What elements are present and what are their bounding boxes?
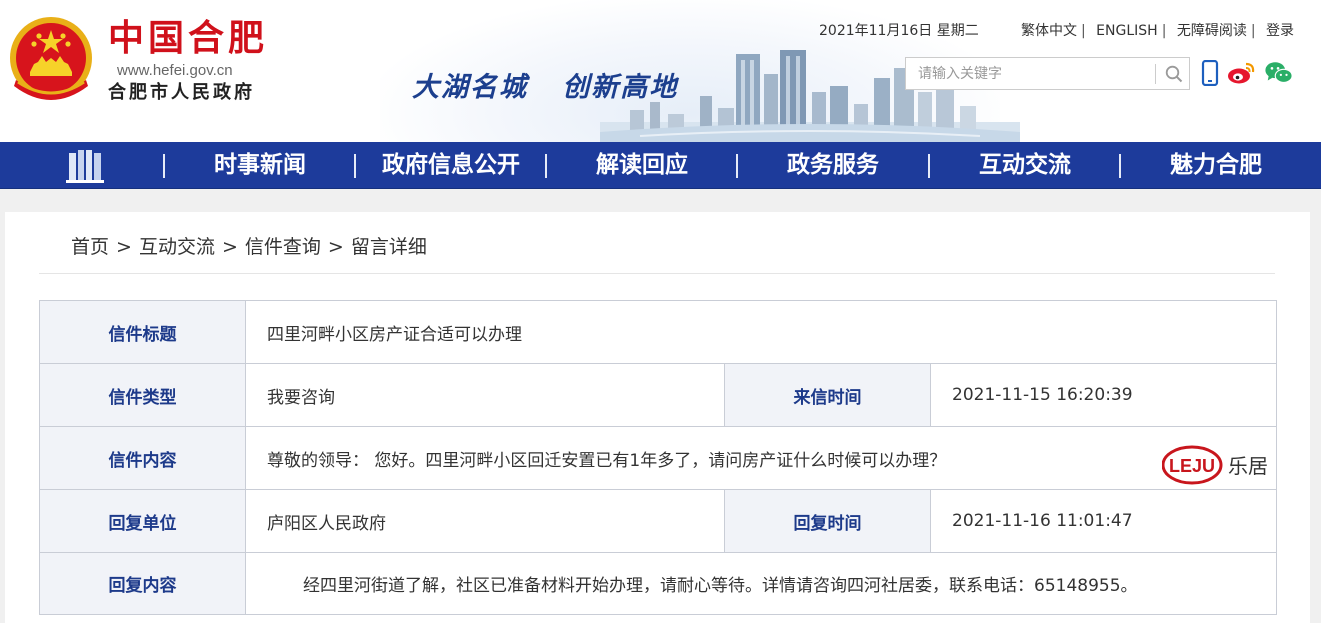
- letter-type-value: 我要咨询: [245, 363, 725, 427]
- national-emblem-icon[interactable]: [6, 14, 96, 110]
- search-button[interactable]: [1157, 58, 1190, 89]
- reply-time-value: 2021-11-16 11:01:47: [929, 489, 1278, 553]
- breadcrumb-separator: >: [116, 236, 132, 258]
- reply-time-label: 回复时间: [724, 489, 931, 553]
- breadcrumb-home[interactable]: 首页: [71, 236, 109, 258]
- letter-time-label: 来信时间: [724, 363, 931, 427]
- letter-time-value: 2021-11-15 16:20:39: [929, 363, 1278, 427]
- slogan: 大湖名城 创新高地: [412, 72, 679, 103]
- leju-logo-text: LEJU: [1169, 456, 1215, 476]
- english-link[interactable]: ENGLISH: [1096, 23, 1158, 39]
- table-row: 信件标题 四里河畔小区房产证合适可以办理: [39, 300, 1278, 364]
- reply-content-value: 经四里河街道了解，社区已准备材料开始办理，请耐心等待。详情请咨询四河社居委，联系…: [244, 552, 1278, 615]
- breadcrumb-letter-query[interactable]: 信件查询: [245, 236, 321, 258]
- weibo-button[interactable]: [1226, 58, 1256, 88]
- breadcrumb-divider: [39, 273, 1275, 274]
- search-box: [905, 57, 1190, 90]
- weibo-icon: [1228, 62, 1255, 84]
- current-date: 2021年11月16日 星期二: [819, 23, 979, 39]
- reply-unit-value: 庐阳区人民政府: [245, 489, 725, 553]
- table-row: 信件类型 我要咨询 来信时间 2021-11-15 16:20:39: [39, 363, 1278, 427]
- search-input[interactable]: [906, 58, 1154, 89]
- site-url: www.hefei.gov.cn: [117, 62, 233, 79]
- reply-unit-label: 回复单位: [39, 489, 246, 553]
- leju-name: 乐居: [1228, 454, 1268, 478]
- government-name: 合肥市人民政府: [108, 82, 255, 103]
- main-nav: 时事新闻 政府信息公开 解读回应 政务服务 互动交流 魅力合肥: [0, 142, 1321, 189]
- wechat-button[interactable]: [1264, 58, 1294, 88]
- traditional-chinese-link[interactable]: 繁体中文: [1021, 23, 1077, 39]
- letter-content-label: 信件内容: [39, 426, 246, 490]
- accessibility-link[interactable]: 无障碍阅读: [1177, 23, 1247, 39]
- wechat-icon: [1265, 62, 1293, 83]
- breadcrumb-current: 留言详细: [350, 236, 427, 258]
- table-row: 回复内容 经四里河街道了解，社区已准备材料开始办理，请耐心等待。详情请咨询四河社…: [39, 552, 1278, 615]
- home-building-icon[interactable]: [66, 149, 104, 183]
- link-separator: |: [1250, 23, 1256, 39]
- table-row: 回复单位 庐阳区人民政府 回复时间 2021-11-16 11:01:47: [39, 489, 1278, 553]
- nav-item-interpretation[interactable]: 解读回应: [547, 142, 737, 189]
- top-links: 繁体中文 | ENGLISH | 无障碍阅读 | 登录: [1021, 21, 1294, 41]
- letter-content-value: 尊敬的领导： 您好。四里河畔小区回迁安置已有1年多了，请问房产证什么时候可以办理…: [267, 450, 947, 471]
- letter-content-cell: 尊敬的领导： 您好。四里河畔小区回迁安置已有1年多了，请问房产证什么时候可以办理…: [244, 426, 1278, 490]
- breadcrumb-separator: >: [221, 236, 238, 258]
- breadcrumb-interaction[interactable]: 互动交流: [139, 236, 215, 258]
- reply-content-label: 回复内容: [39, 552, 246, 615]
- mobile-button[interactable]: [1195, 58, 1225, 88]
- letter-detail-table: 信件标题 四里河畔小区房产证合适可以办理 信件类型 我要咨询 来信时间 2021…: [39, 300, 1278, 615]
- main-content: 首页 > 互动交流 > 信件查询 > 留言详细 信件标题 四里河畔小区房产证合适可以办理 信…: [5, 212, 1310, 623]
- nav-item-gov-info[interactable]: 政府信息公开: [356, 142, 546, 189]
- search-icon: [1165, 65, 1182, 82]
- nav-item-news[interactable]: 时事新闻: [165, 142, 355, 189]
- login-link[interactable]: 登录: [1266, 23, 1294, 39]
- breadcrumb-separator: >: [327, 236, 344, 258]
- link-separator: |: [1161, 23, 1167, 39]
- table-row: 信件内容 尊敬的领导： 您好。四里河畔小区回迁安置已有1年多了，请问房产证什么时…: [39, 426, 1278, 490]
- nav-item-interaction[interactable]: 互动交流: [930, 142, 1120, 189]
- letter-type-label: 信件类型: [39, 363, 246, 427]
- search-divider: [1155, 64, 1156, 84]
- letter-title-value: 四里河畔小区房产证合适可以办理: [244, 300, 1278, 364]
- letter-title-label: 信件标题: [39, 300, 246, 364]
- link-separator: |: [1081, 23, 1086, 39]
- nav-item-services[interactable]: 政务服务: [738, 142, 928, 189]
- nav-item-charm-hefei[interactable]: 魅力合肥: [1121, 142, 1311, 189]
- breadcrumb: 首页 > 互动交流 > 信件查询 > 留言详细: [71, 234, 427, 260]
- leju-watermark-logo: LEJU 乐居: [1162, 445, 1268, 485]
- site-logo-text[interactable]: 中国合肥: [108, 18, 268, 58]
- site-header: 中国合肥 www.hefei.gov.cn 合肥市人民政府 大湖名城 创新高地 …: [0, 0, 1321, 142]
- mobile-phone-icon: [1201, 60, 1219, 86]
